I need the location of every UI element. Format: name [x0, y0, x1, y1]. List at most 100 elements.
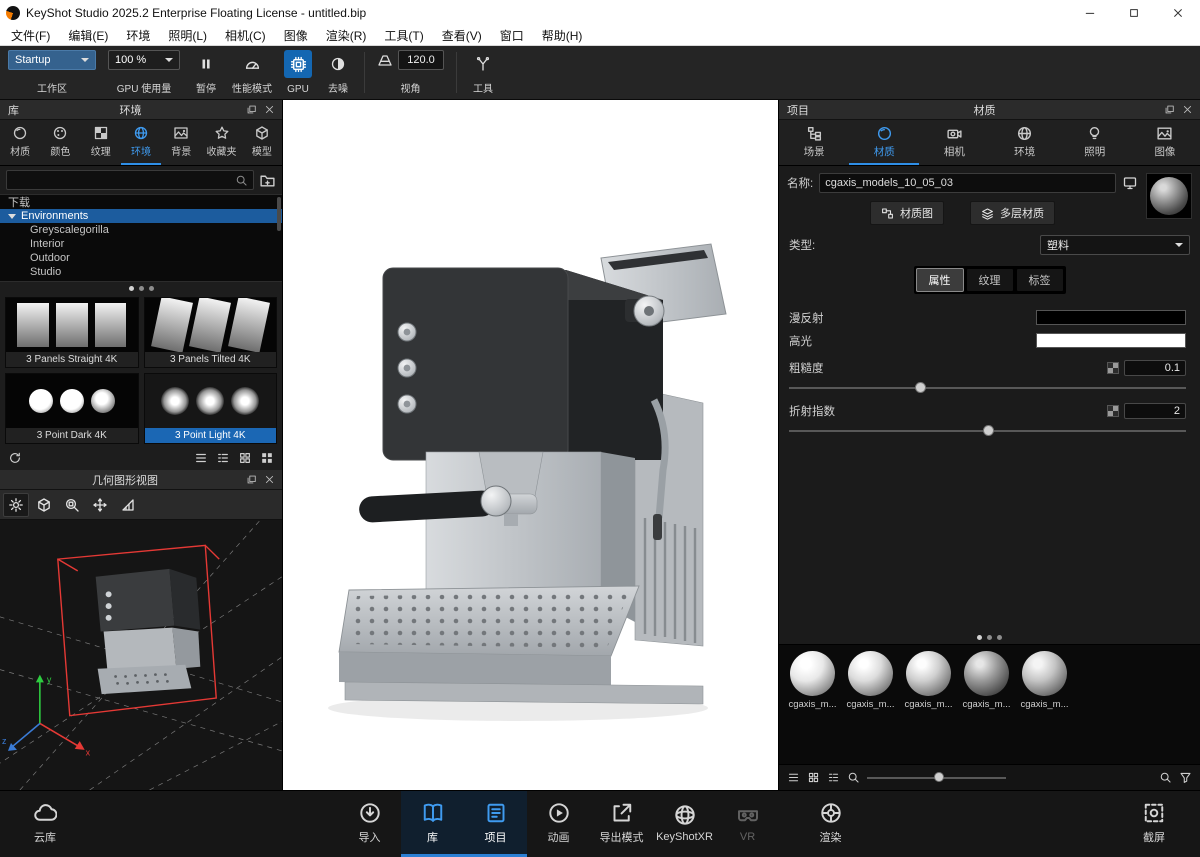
- bottombar-item-library[interactable]: 库: [401, 791, 464, 857]
- ior-slider[interactable]: [789, 423, 1186, 439]
- ior-slider-handle[interactable]: [983, 425, 994, 436]
- thumbnail-size-handle[interactable]: [934, 772, 944, 782]
- scene-material-item[interactable]: cgaxis_m...: [843, 651, 898, 710]
- gpu-usage-select[interactable]: 100 %: [108, 50, 180, 70]
- grid-view-icon[interactable]: [807, 771, 820, 784]
- specular-color-swatch[interactable]: [1036, 333, 1186, 348]
- close-panel-icon[interactable]: [1178, 102, 1196, 118]
- bottombar-item-render[interactable]: 渲染: [799, 791, 862, 857]
- close-button[interactable]: [1156, 0, 1200, 25]
- bottombar-item-project[interactable]: 项目: [464, 791, 527, 857]
- bottombar-item-keyshotxr[interactable]: KeyShotXR: [653, 791, 716, 857]
- material-name-input[interactable]: cgaxis_models_10_05_03: [819, 173, 1116, 193]
- tree-item-environments[interactable]: Environments: [0, 209, 282, 223]
- small-grid-view-icon[interactable]: [238, 451, 252, 465]
- geometry-pan-button[interactable]: [87, 493, 113, 517]
- pause-button[interactable]: [192, 50, 220, 78]
- project-tab-material[interactable]: 材质: [849, 120, 919, 165]
- tree-item-outdoor[interactable]: Outdoor: [0, 251, 282, 265]
- search-icon[interactable]: [847, 771, 860, 784]
- list-view-icon[interactable]: [787, 771, 800, 784]
- list-view-icon[interactable]: [194, 451, 208, 465]
- search-icon[interactable]: [1159, 771, 1172, 784]
- bottombar-item-animation[interactable]: 动画: [527, 791, 590, 857]
- bottombar-item-export-mode[interactable]: 导出模式: [590, 791, 653, 857]
- filter-funnel-icon[interactable]: [1179, 771, 1192, 784]
- minimize-button[interactable]: [1068, 0, 1112, 25]
- library-tab-environments[interactable]: 环境: [121, 120, 161, 165]
- tools-button[interactable]: [469, 50, 497, 78]
- diffuse-color-swatch[interactable]: [1036, 310, 1186, 325]
- page-dot[interactable]: [997, 635, 1002, 640]
- library-search-input[interactable]: [6, 170, 254, 190]
- subtab-properties[interactable]: 属性: [916, 268, 964, 292]
- page-dot[interactable]: [139, 286, 144, 291]
- roughness-value-input[interactable]: 0.1: [1124, 360, 1186, 376]
- material-preview-thumbnail[interactable]: [1146, 173, 1192, 219]
- project-tab-scene[interactable]: 场景: [779, 120, 849, 165]
- menu-window[interactable]: 窗口: [491, 25, 533, 45]
- page-dot[interactable]: [987, 635, 992, 640]
- geometry-zoom-region-button[interactable]: [59, 493, 85, 517]
- menu-edit[interactable]: 编辑(E): [59, 25, 117, 45]
- denoise-button[interactable]: [324, 50, 352, 78]
- screenshot-button[interactable]: 截屏: [1122, 801, 1186, 848]
- bottombar-item-import[interactable]: 导入: [338, 791, 401, 857]
- subtab-labels[interactable]: 标签: [1016, 268, 1064, 292]
- menu-environment[interactable]: 环境: [117, 25, 159, 45]
- tree-item-interior[interactable]: Interior: [0, 237, 282, 251]
- env-thumb-3-panels-tilted[interactable]: 3 Panels Tilted 4K: [144, 297, 278, 368]
- add-folder-icon[interactable]: [259, 172, 276, 189]
- menu-lighting[interactable]: 照明(L): [159, 25, 216, 45]
- roughness-slider-handle[interactable]: [915, 382, 926, 393]
- roughness-slider[interactable]: [789, 380, 1186, 396]
- ior-texture-map-icon[interactable]: [1107, 405, 1119, 417]
- ior-value-input[interactable]: 2: [1124, 403, 1186, 419]
- display-preview-icon[interactable]: [1122, 175, 1138, 191]
- geometry-settings-button[interactable]: [3, 493, 29, 517]
- library-tab-colors[interactable]: 颜色: [40, 120, 80, 165]
- menu-view[interactable]: 查看(V): [433, 25, 491, 45]
- project-tab-environment[interactable]: 环境: [990, 120, 1060, 165]
- subtab-textures[interactable]: 纹理: [966, 268, 1014, 292]
- project-tab-lighting[interactable]: 照明: [1060, 120, 1130, 165]
- tree-item-downloads[interactable]: 下载: [0, 195, 282, 209]
- close-panel-icon[interactable]: [260, 102, 278, 118]
- geometry-viewport[interactable]: y x z: [0, 520, 282, 790]
- close-panel-icon[interactable]: [260, 472, 278, 488]
- detail-list-view-icon[interactable]: [216, 451, 230, 465]
- project-tab-image[interactable]: 图像: [1130, 120, 1200, 165]
- tree-scrollbar[interactable]: [277, 197, 281, 231]
- tree-expand-icon[interactable]: [8, 214, 16, 219]
- material-graph-button[interactable]: 材质图: [870, 201, 944, 225]
- scene-material-item[interactable]: cgaxis_m...: [959, 651, 1014, 710]
- tree-item-studio[interactable]: Studio: [0, 265, 282, 279]
- workspace-select[interactable]: Startup: [8, 50, 96, 70]
- env-thumb-3-point-dark[interactable]: 3 Point Dark 4K: [5, 373, 139, 444]
- library-tab-backgrounds[interactable]: 背景: [161, 120, 201, 165]
- tree-list-view-icon[interactable]: [827, 771, 840, 784]
- thumbnail-size-slider[interactable]: [867, 771, 1006, 785]
- performance-mode-button[interactable]: [238, 50, 266, 78]
- refresh-icon[interactable]: [8, 451, 22, 465]
- cloud-library-button[interactable]: 云库: [10, 801, 80, 848]
- geometry-perspective-button[interactable]: [115, 493, 141, 517]
- undock-icon[interactable]: [242, 102, 260, 118]
- page-dot[interactable]: [129, 286, 134, 291]
- gpu-toggle-button[interactable]: [284, 50, 312, 78]
- scene-material-item[interactable]: cgaxis_m...: [785, 651, 840, 710]
- material-type-select[interactable]: 塑料: [1040, 235, 1190, 255]
- library-tab-textures[interactable]: 纹理: [81, 120, 121, 165]
- bottombar-item-vr[interactable]: VR: [716, 791, 779, 857]
- library-tab-models[interactable]: 模型: [242, 120, 282, 165]
- page-dot[interactable]: [977, 635, 982, 640]
- roughness-texture-map-icon[interactable]: [1107, 362, 1119, 374]
- page-dot[interactable]: [149, 286, 154, 291]
- undock-icon[interactable]: [1160, 102, 1178, 118]
- menu-camera[interactable]: 相机(C): [216, 25, 275, 45]
- multi-layer-material-button[interactable]: 多层材质: [970, 201, 1055, 225]
- maximize-button[interactable]: [1112, 0, 1156, 25]
- menu-help[interactable]: 帮助(H): [533, 25, 592, 45]
- library-tab-favorites[interactable]: 收藏夹: [201, 120, 241, 165]
- menu-file[interactable]: 文件(F): [2, 25, 59, 45]
